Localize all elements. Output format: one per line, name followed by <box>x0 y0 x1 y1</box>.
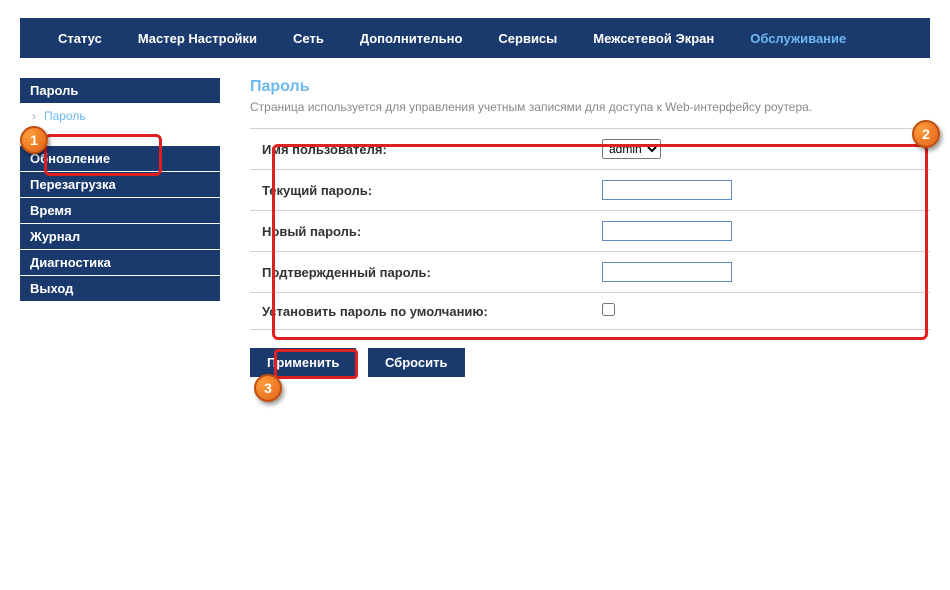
reset-button[interactable]: Сбросить <box>368 348 465 377</box>
default-password-checkbox[interactable] <box>602 303 615 316</box>
nav-firewall[interactable]: Межсетевой Экран <box>575 31 732 46</box>
annotation-callout-1: 1 <box>20 126 48 154</box>
annotation-callout-3: 3 <box>254 374 282 402</box>
default-password-label: Установить пароль по умолчанию: <box>250 293 590 330</box>
sidebar-item-logout[interactable]: Выход <box>20 276 220 302</box>
new-password-label: Новый пароль: <box>250 211 590 252</box>
confirm-password-input[interactable] <box>602 262 732 282</box>
apply-button[interactable]: Применить <box>250 348 356 377</box>
sidebar: Пароль Пароль Обновление Перезагрузка Вр… <box>20 78 220 377</box>
current-password-input[interactable] <box>602 180 732 200</box>
nav-advanced[interactable]: Дополнительно <box>342 31 481 46</box>
main-content: Пароль Страница используется для управле… <box>220 78 930 377</box>
confirm-password-label: Подтвержденный пароль: <box>250 252 590 293</box>
sidebar-item-log[interactable]: Журнал <box>20 224 220 250</box>
nav-setup-wizard[interactable]: Мастер Настройки <box>120 31 275 46</box>
password-form: Имя пользователя: admin Текущий пароль: … <box>250 128 930 330</box>
sidebar-item-diagnostics[interactable]: Диагностика <box>20 250 220 276</box>
sidebar-subitem-password[interactable]: Пароль <box>20 104 220 128</box>
nav-status[interactable]: Статус <box>40 31 120 46</box>
username-label: Имя пользователя: <box>250 129 590 170</box>
nav-services[interactable]: Сервисы <box>480 31 575 46</box>
nav-maintenance[interactable]: Обслуживание <box>732 31 864 46</box>
top-navigation: Статус Мастер Настройки Сеть Дополнитель… <box>20 18 930 58</box>
page-title: Пароль <box>250 78 930 96</box>
current-password-label: Текущий пароль: <box>250 170 590 211</box>
username-select[interactable]: admin <box>602 139 661 159</box>
annotation-callout-2: 2 <box>912 120 940 148</box>
sidebar-item-time[interactable]: Время <box>20 198 220 224</box>
sidebar-item-reboot[interactable]: Перезагрузка <box>20 172 220 198</box>
sidebar-item-update[interactable]: Обновление <box>20 146 220 172</box>
page-description: Страница используется для управления уче… <box>250 100 930 114</box>
sidebar-item-password-header[interactable]: Пароль <box>20 78 220 104</box>
new-password-input[interactable] <box>602 221 732 241</box>
nav-network[interactable]: Сеть <box>275 31 342 46</box>
